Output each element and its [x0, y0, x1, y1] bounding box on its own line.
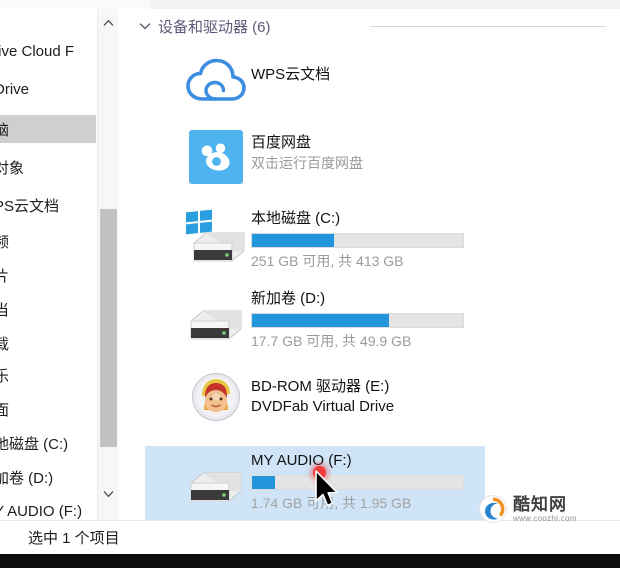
sidebar-item-new-volume-d[interactable]: 加卷 (D:) [0, 463, 96, 491]
sidebar-item-local-disk-c[interactable]: 地磁盘 (C:) [0, 429, 96, 457]
chevron-down-icon[interactable] [136, 17, 154, 35]
drive-name: BD-ROM 驱动器 (E:) [251, 378, 390, 395]
sidebar-item-label: Drive [0, 80, 30, 98]
capacity-bar-fill [252, 314, 390, 327]
drive-item-baidu-netdisk[interactable]: 百度网盘 双击运行百度网盘 [181, 127, 501, 187]
sidebar-item-pictures[interactable]: 片 [0, 261, 96, 289]
sidebar-item-onedrive[interactable]: Drive [0, 75, 96, 103]
scroll-down-icon[interactable] [98, 484, 119, 504]
sidebar-item-label: 频 [0, 233, 10, 251]
file-explorer-window: tive Cloud F Drive 脑 对象 PS云文档 频 片 当 载 乐 [0, 0, 620, 568]
sidebar-item-label: Y AUDIO (F:) [0, 502, 83, 520]
sidebar-item-documents[interactable]: 当 [0, 295, 96, 323]
drive-name: 本地磁盘 (C:) [251, 210, 341, 227]
sidebar-item-label: 面 [0, 401, 10, 419]
capacity-bar [251, 233, 464, 248]
sidebar-item-label: 加卷 (D:) [0, 469, 54, 487]
navigation-pane[interactable]: tive Cloud F Drive 脑 对象 PS云文档 频 片 当 载 乐 [0, 9, 96, 534]
sidebar-item-label: 地磁盘 (C:) [0, 435, 69, 453]
scroll-up-icon[interactable] [98, 13, 119, 33]
capacity-bar-fill [252, 476, 276, 489]
group-divider [370, 26, 606, 27]
wps-cloud-icon [181, 53, 251, 111]
drive-capacity-text: 251 GB 可用, 共 413 GB [251, 253, 404, 269]
sidebar-item-label: tive Cloud F [0, 42, 75, 60]
sidebar-item-label: 片 [0, 267, 10, 285]
optical-disc-icon [181, 369, 251, 425]
sidebar-item-label: 当 [0, 301, 10, 319]
sidebar-item-downloads[interactable]: 载 [0, 329, 96, 357]
drive-item-local-disk-c[interactable]: 本地磁盘 (C:) 251 GB 可用, 共 413 GB [181, 207, 511, 271]
drive-name: WPS云文档 [251, 66, 331, 83]
vertical-scrollbar[interactable] [97, 9, 118, 534]
status-text: 选中 1 个项目 [28, 530, 120, 547]
drive-item-bd-rom-e[interactable]: BD-ROM 驱动器 (E:) DVDFab Virtual Drive [181, 369, 511, 425]
bottom-black-bar [0, 554, 620, 568]
capacity-bar [251, 313, 464, 328]
coozhi-logo-icon [479, 495, 507, 523]
sidebar-item-music[interactable]: 乐 [0, 361, 96, 389]
drive-subtitle: DVDFab Virtual Drive [251, 398, 395, 415]
capacity-bar-fill [252, 234, 335, 247]
scrollbar-thumb[interactable] [100, 209, 117, 447]
capacity-bar [251, 475, 464, 490]
sidebar-item-label: 乐 [0, 367, 10, 385]
windows-drive-icon [181, 207, 251, 269]
file-list-pane[interactable]: 设备和驱动器 (6) WPS云文档 百度网盘 双击运行百度网盘 本地磁盘 (C:… [118, 9, 620, 534]
drive-item-new-volume-d[interactable]: 新加卷 (D:) 17.7 GB 可用, 共 49.9 GB [181, 287, 511, 351]
group-title: 设备和驱动器 (6) [158, 18, 271, 36]
sidebar-item-label: 载 [0, 335, 10, 353]
drive-name: 新加卷 (D:) [251, 290, 326, 307]
drive-capacity-text: 1.74 GB 可用, 共 1.95 GB [251, 495, 412, 511]
drive-name: MY AUDIO (F:) [251, 452, 352, 469]
sidebar-item-label: 对象 [0, 159, 25, 177]
baidu-netdisk-icon [181, 127, 251, 187]
watermark-url: www.coozhi.com [513, 513, 577, 523]
watermark: 酷知网 www.coozhi.com [478, 494, 577, 524]
sidebar-item-videos[interactable]: 频 [0, 227, 96, 255]
sidebar-item-creative-cloud[interactable]: tive Cloud F [0, 37, 96, 65]
drive-item-wps-cloud[interactable]: WPS云文档 [181, 53, 481, 111]
drive-icon [181, 449, 251, 511]
drive-icon [181, 287, 251, 349]
sidebar-item-3d-objects[interactable]: 对象 [0, 153, 96, 181]
watermark-name: 酷知网 [513, 494, 567, 514]
drive-item-my-audio-f[interactable]: MY AUDIO (F:) 1.74 GB 可用, 共 1.95 GB [181, 449, 511, 513]
sidebar-item-this-pc[interactable]: 脑 [0, 115, 96, 143]
window-top-strip-right [150, 0, 620, 9]
drive-subtitle: 双击运行百度网盘 [251, 155, 363, 171]
group-header-devices-and-drives[interactable]: 设备和驱动器 (6) [136, 15, 271, 37]
sidebar-item-wps-cloud[interactable]: PS云文档 [0, 191, 96, 219]
drive-capacity-text: 17.7 GB 可用, 共 49.9 GB [251, 333, 412, 349]
drive-name: 百度网盘 [251, 134, 312, 151]
mouse-cursor [315, 470, 338, 507]
sidebar-item-label: PS云文档 [0, 197, 60, 215]
sidebar-item-desktop[interactable]: 面 [0, 395, 96, 423]
status-bar: 选中 1 个项目 [0, 520, 620, 554]
sidebar-item-label: 脑 [0, 121, 10, 139]
